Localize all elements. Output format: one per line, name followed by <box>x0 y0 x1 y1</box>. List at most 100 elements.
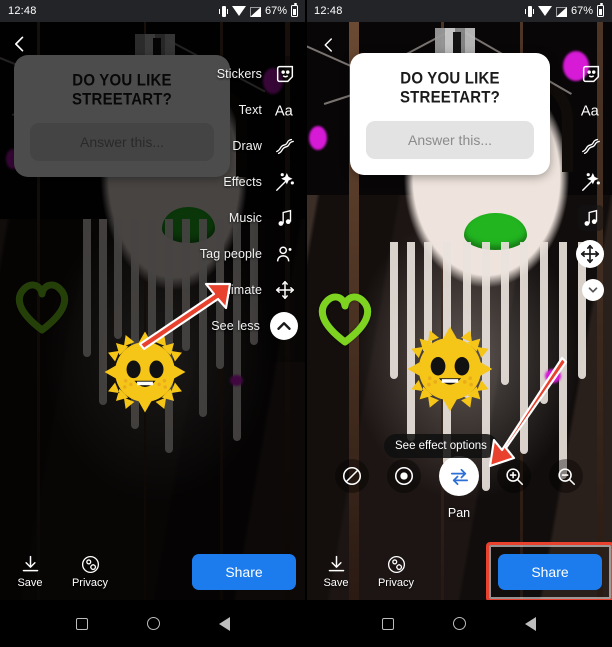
sticker-face-icon[interactable] <box>272 61 298 87</box>
tool-label: Tag people <box>199 247 262 261</box>
tool-rail-item-stickers[interactable] <box>576 56 612 92</box>
back-chevron-icon[interactable] <box>320 36 338 59</box>
tool-rail: Aa <box>576 56 612 308</box>
tool-label: Stickers <box>216 67 262 81</box>
animate-move-arrows-icon[interactable] <box>272 277 298 303</box>
tool-rail-item-tag-people[interactable]: Tag people <box>200 236 306 272</box>
animate-move-arrows-icon[interactable] <box>576 240 604 268</box>
tool-label: Effects <box>223 175 262 189</box>
save-button[interactable]: Save <box>0 554 60 589</box>
status-bar: 12:48 67% <box>306 0 612 22</box>
story-canvas[interactable]: DO YOU LIKE STREETART? Answer this... St… <box>0 22 306 600</box>
question-sticker-card[interactable]: DO YOU LIKE STREETART? Answer this... <box>14 55 230 177</box>
save-button[interactable]: Save <box>306 554 366 589</box>
signal-icon <box>249 6 261 17</box>
tool-rail-item-text[interactable]: Aa <box>576 92 612 128</box>
status-bar: 12:48 67% <box>0 0 306 22</box>
chevron-down-icon[interactable] <box>582 279 604 301</box>
tool-label: Music <box>228 211 262 225</box>
sticker-face-icon[interactable] <box>578 61 604 87</box>
right-phone-screen: 12:48 67% DO YOU LIKE STREETART? Answer … <box>306 0 612 647</box>
magnifier-plus-icon[interactable] <box>497 459 531 493</box>
privacy-button[interactable]: Privacy <box>60 554 120 589</box>
battery-percent: 67% <box>264 5 287 17</box>
share-button-highlight-box <box>486 541 612 600</box>
tool-rail-item-stickers[interactable]: Stickers <box>200 56 306 92</box>
panel-divider <box>305 0 307 647</box>
question-sticker-title: DO YOU LIKE STREETART? <box>71 70 173 110</box>
dual-screenshot-comparison: 12:48 67% DO YOU LIKE STREETART? Answer … <box>0 0 612 647</box>
effect-options-bar <box>306 456 612 496</box>
tool-rail-item-see-less[interactable]: See less <box>200 308 306 344</box>
android-nav-bar <box>306 600 612 647</box>
tool-rail-item-text[interactable]: Text Aa <box>200 92 306 128</box>
recents-button[interactable] <box>75 617 88 630</box>
android-nav-bar <box>0 600 306 647</box>
battery-icon <box>291 3 298 17</box>
graffiti-heart <box>315 288 375 346</box>
tool-rail-item-music[interactable]: Music <box>200 200 306 236</box>
bottom-action-bar: Save Privacy Share <box>0 543 306 600</box>
effects-sparkle-wand-icon[interactable] <box>272 169 298 195</box>
tool-rail-item-draw[interactable]: Draw <box>200 128 306 164</box>
back-button[interactable] <box>525 616 537 631</box>
chevron-up-icon[interactable] <box>270 312 298 340</box>
no-effect-slash-icon[interactable] <box>335 459 369 493</box>
tool-rail-item-draw[interactable] <box>576 128 612 164</box>
tool-rail-item-animate[interactable] <box>576 236 612 272</box>
left-phone-screen: 12:48 67% DO YOU LIKE STREETART? Answer … <box>0 0 306 647</box>
svg-text:Aa: Aa <box>581 104 600 120</box>
vibrate-icon <box>218 5 228 17</box>
recents-button[interactable] <box>381 617 394 630</box>
tool-rail-item-music[interactable] <box>576 200 612 236</box>
tool-rail: Stickers Text Aa Draw Effects Music Tag … <box>200 56 306 344</box>
question-sticker-answer-field[interactable]: Answer this... <box>366 121 534 159</box>
status-time: 12:48 <box>314 5 343 17</box>
sun-emoji-sticker[interactable] <box>101 328 189 416</box>
text-aa-icon[interactable]: Aa <box>578 97 604 123</box>
effect-options-tooltip: See effect options <box>384 434 498 458</box>
tool-rail-item-animate[interactable]: Animate <box>200 272 306 308</box>
draw-squiggle-icon[interactable] <box>578 133 604 159</box>
music-note-icon[interactable] <box>578 205 604 231</box>
pan-arrows-icon[interactable] <box>439 456 479 496</box>
tool-label: Draw <box>232 139 262 153</box>
bottom-action-bar: Save Privacy Share <box>306 541 612 600</box>
save-label: Save <box>17 577 43 589</box>
effects-sparkle-wand-icon[interactable] <box>578 169 604 195</box>
draw-squiggle-icon[interactable] <box>272 133 298 159</box>
battery-percent: 67% <box>570 5 593 17</box>
tag-person-icon[interactable] <box>272 241 298 267</box>
tool-label: Text <box>238 103 262 117</box>
tool-label: Animate <box>215 283 262 297</box>
music-note-icon[interactable] <box>272 205 298 231</box>
question-sticker-answer-field[interactable]: Answer this... <box>30 123 214 161</box>
vibrate-icon <box>524 5 534 17</box>
graffiti-heart <box>12 276 72 334</box>
text-aa-icon[interactable]: Aa <box>272 97 298 123</box>
pixelated-blur-patch <box>434 27 475 54</box>
back-button[interactable] <box>219 616 231 631</box>
effect-selected-label: Pan <box>447 506 471 520</box>
privacy-label: Privacy <box>377 577 415 589</box>
tool-rail-item-see-less[interactable] <box>576 272 612 308</box>
magnifier-minus-icon[interactable] <box>549 459 583 493</box>
signal-icon <box>555 6 567 17</box>
question-sticker-card[interactable]: DO YOU LIKE STREETART? Answer this... <box>350 53 550 175</box>
privacy-button[interactable]: Privacy <box>366 554 426 589</box>
wifi-icon <box>231 6 246 16</box>
question-sticker-title: DO YOU LIKE STREETART? <box>399 68 501 108</box>
focus-dot-icon[interactable] <box>387 459 421 493</box>
tool-rail-item-effects[interactable] <box>576 164 612 200</box>
home-button[interactable] <box>146 617 160 630</box>
home-button[interactable] <box>452 617 466 630</box>
sun-emoji-sticker[interactable] <box>404 323 496 415</box>
story-canvas[interactable]: DO YOU LIKE STREETART? Answer this... Aa… <box>306 22 612 600</box>
tool-rail-item-effects[interactable]: Effects <box>200 164 306 200</box>
privacy-label: Privacy <box>71 577 109 589</box>
svg-text:Aa: Aa <box>275 104 294 120</box>
share-button[interactable]: Share <box>192 553 296 590</box>
battery-icon <box>597 3 604 17</box>
wifi-icon <box>537 6 552 16</box>
back-arrow-icon[interactable] <box>10 34 30 59</box>
